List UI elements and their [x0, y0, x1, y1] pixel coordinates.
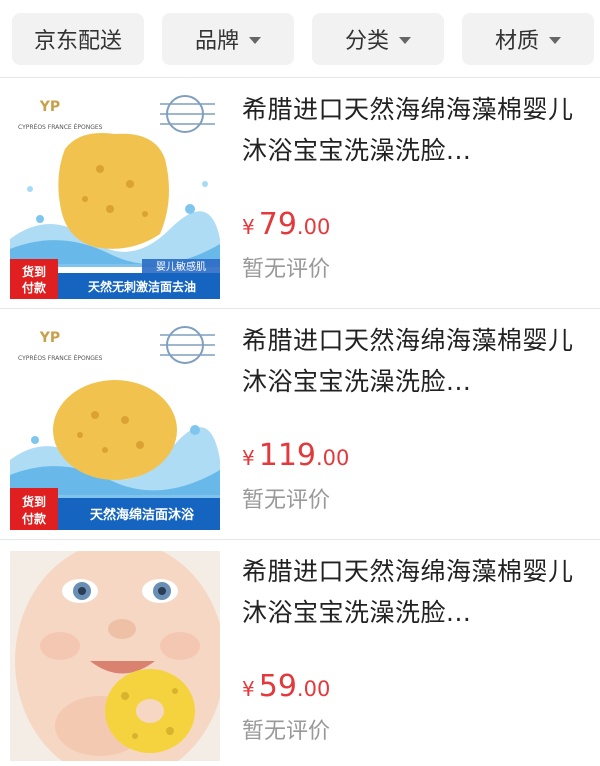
price-integer: 59 [258, 669, 297, 704]
filter-label: 京东配送 [33, 29, 122, 54]
filter-label: 分类 [344, 29, 389, 54]
price-integer: 119 [258, 438, 316, 473]
product-title[interactable]: 希腊进口天然海绵海藻棉婴儿沐浴宝宝洗澡洗脸... [242, 89, 587, 171]
svg-text:货到: 货到 [22, 264, 46, 279]
product-price: ¥ 119 .00 [242, 438, 587, 478]
product-image[interactable]: YP CYPRÉOS FRANCE ÉPONGES 天然海绵洁面沐浴 货到 付款 [10, 320, 220, 530]
filter-material[interactable]: 材质 [462, 13, 594, 65]
image-banner: 天然海绵洁面沐浴 [90, 507, 195, 523]
filter-label: 材质 [494, 29, 539, 54]
review-status: 暂无评价 [242, 257, 331, 282]
svg-text:YP: YP [39, 330, 60, 346]
currency-symbol: ¥ [242, 446, 255, 470]
brand-text: CYPRÉOS FRANCE ÉPONGES [18, 354, 103, 362]
filter-category[interactable]: 分类 [312, 13, 444, 65]
product-title[interactable]: 希腊进口天然海绵海藻棉婴儿沐浴宝宝洗澡洗脸... [242, 551, 587, 633]
caret-down-icon [549, 36, 561, 44]
product-item[interactable]: YP CYPRÉOS FRANCE ÉPONGES 婴儿敏感肌 天然无刺激洁面去… [0, 79, 600, 309]
brand-text: CYPRÉOS FRANCE ÉPONGES [18, 123, 103, 131]
product-info: 希腊进口天然海绵海藻棉婴儿沐浴宝宝洗澡洗脸... ¥ 119 .00 暂无评价 [242, 320, 587, 514]
filter-bar: 京东配送 品牌 分类 材质 [0, 0, 600, 78]
filter-label: 品牌 [194, 29, 239, 54]
svg-text:YP: YP [39, 99, 60, 115]
svg-text:货到: 货到 [22, 494, 46, 509]
caret-down-icon [399, 36, 411, 44]
price-decimal: .00 [296, 677, 331, 701]
product-image[interactable] [10, 551, 220, 761]
product-item[interactable]: YP CYPRÉOS FRANCE ÉPONGES 天然海绵洁面沐浴 货到 付款… [0, 310, 600, 540]
product-image[interactable]: YP CYPRÉOS FRANCE ÉPONGES 婴儿敏感肌 天然无刺激洁面去… [10, 89, 220, 299]
product-info: 希腊进口天然海绵海藻棉婴儿沐浴宝宝洗澡洗脸... ¥ 59 .00 暂无评价 [242, 551, 587, 745]
price-integer: 79 [258, 207, 297, 242]
product-price: ¥ 59 .00 [242, 669, 587, 709]
review-status: 暂无评价 [242, 719, 331, 744]
svg-text:付款: 付款 [22, 511, 47, 526]
filter-brand[interactable]: 品牌 [162, 13, 294, 65]
product-title[interactable]: 希腊进口天然海绵海藻棉婴儿沐浴宝宝洗澡洗脸... [242, 320, 587, 402]
review-status: 暂无评价 [242, 488, 331, 513]
product-info: 希腊进口天然海绵海藻棉婴儿沐浴宝宝洗澡洗脸... ¥ 79 .00 暂无评价 [242, 89, 587, 283]
caret-down-icon [249, 36, 261, 44]
price-decimal: .00 [316, 446, 350, 470]
product-item[interactable]: 希腊进口天然海绵海藻棉婴儿沐浴宝宝洗澡洗脸... ¥ 59 .00 暂无评价 [0, 541, 600, 766]
price-decimal: .00 [296, 215, 331, 239]
image-banner: 天然无刺激洁面去油 [88, 279, 196, 294]
currency-symbol: ¥ [242, 215, 255, 239]
svg-text:付款: 付款 [22, 280, 47, 295]
currency-symbol: ¥ [242, 677, 255, 701]
image-tag: 婴儿敏感肌 [156, 260, 206, 273]
product-price: ¥ 79 .00 [242, 207, 587, 247]
filter-jd-delivery[interactable]: 京东配送 [12, 13, 144, 65]
